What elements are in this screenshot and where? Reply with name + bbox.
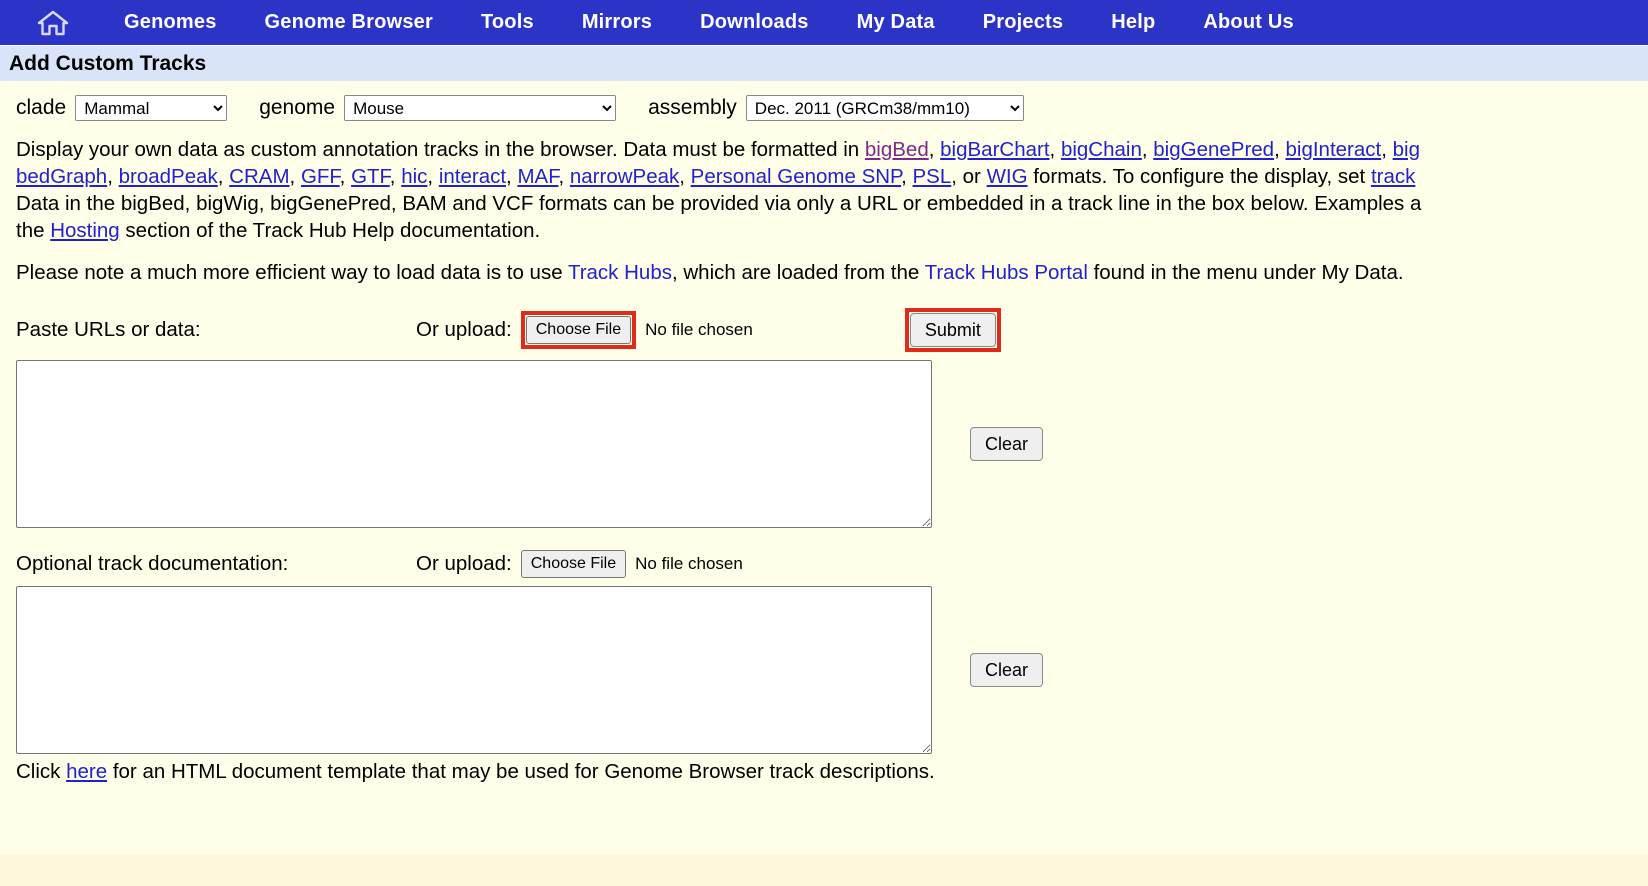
link-here[interactable]: here	[66, 760, 107, 783]
description-formats-line1: Display your own data as custom annotati…	[16, 136, 1648, 163]
description-formats-line2: bedGraph, broadPeak, CRAM, GFF, GTF, hic…	[16, 163, 1648, 190]
track-documentation-textarea-row: Clear	[16, 586, 1648, 754]
track-documentation-textarea[interactable]	[16, 586, 932, 754]
clear-data-holder: Clear	[970, 360, 1043, 528]
nav-item-downloads[interactable]: Downloads	[676, 11, 832, 34]
description-bigdata-line: Data in the bigBed, bigWig, bigGenePred,…	[16, 190, 1648, 217]
nav-item-my-data[interactable]: My Data	[833, 11, 959, 34]
hosting-suffix: section of the Track Hub Help documentat…	[120, 219, 540, 242]
genome-select[interactable]: Mouse	[344, 95, 616, 121]
link-gff[interactable]: GFF	[301, 165, 340, 188]
link-track-truncated[interactable]: track	[1371, 165, 1415, 188]
clear-doc-holder: Clear	[970, 586, 1043, 754]
or-upload-label-data: Or upload:	[416, 318, 512, 342]
genome-selector-row: clade Mammal genome Mouse assembly Dec. …	[16, 81, 1648, 121]
nav-item-about-us[interactable]: About Us	[1179, 11, 1317, 34]
link-narrowpeak[interactable]: narrowPeak	[570, 165, 679, 188]
bottom-band	[0, 854, 1648, 886]
paste-urls-row: Paste URLs or data: Or upload: Choose Fi…	[16, 308, 1648, 352]
page-title: Add Custom Tracks	[9, 52, 206, 76]
html-template-footnote: Click here for an HTML document template…	[16, 760, 1648, 784]
doc-file-chooser: Choose File	[521, 550, 626, 578]
paste-urls-label: Paste URLs or data:	[16, 318, 416, 342]
genome-label: genome	[259, 96, 335, 120]
main-content: clade Mammal genome Mouse assembly Dec. …	[0, 81, 1648, 886]
nav-item-projects[interactable]: Projects	[959, 11, 1088, 34]
paste-data-textarea-row: Clear	[16, 360, 1648, 528]
trackhubs-prefix: Please note a much more efficient way to…	[16, 261, 568, 284]
link-track-hubs-portal[interactable]: Track Hubs Portal	[925, 261, 1088, 284]
link-broadpeak[interactable]: broadPeak	[119, 165, 218, 188]
or-upload-label-doc: Or upload:	[416, 552, 512, 576]
clear-button-data[interactable]: Clear	[970, 427, 1043, 461]
clade-label: clade	[16, 96, 66, 120]
no-file-chosen-text-data: No file chosen	[645, 320, 753, 340]
link-wig[interactable]: WIG	[987, 165, 1028, 188]
link-bigchain[interactable]: bigChain	[1061, 138, 1142, 161]
link-personal-genome-snp[interactable]: Personal Genome SNP	[691, 165, 901, 188]
clear-button-doc[interactable]: Clear	[970, 653, 1043, 687]
link-hic[interactable]: hic	[401, 165, 427, 188]
link-cram[interactable]: CRAM	[229, 165, 289, 188]
link-bigmaf-truncated[interactable]: big	[1393, 138, 1420, 161]
data-file-chooser-highlight: Choose File	[521, 311, 636, 349]
submit-button-highlight: Submit	[905, 308, 1001, 352]
nav-item-help[interactable]: Help	[1087, 11, 1179, 34]
description-hosting-line: the Hosting section of the Track Hub Hel…	[16, 217, 1648, 244]
link-biggenepred[interactable]: bigGenePred	[1153, 138, 1274, 161]
no-file-chosen-text-doc: No file chosen	[635, 554, 743, 574]
link-hosting[interactable]: Hosting	[50, 219, 120, 242]
paste-data-textarea[interactable]	[16, 360, 932, 528]
description-intro-text: Display your own data as custom annotati…	[16, 138, 865, 161]
trackhubs-suffix: found in the menu under My Data.	[1088, 261, 1404, 284]
link-interact[interactable]: interact	[439, 165, 506, 188]
description-trackhubs-note: Please note a much more efficient way to…	[16, 259, 1648, 286]
link-maf[interactable]: MAF	[517, 165, 558, 188]
page-title-band: Add Custom Tracks	[0, 45, 1648, 81]
track-documentation-label: Optional track documentation:	[16, 552, 416, 576]
footnote-prefix: Click	[16, 760, 66, 783]
clade-select[interactable]: Mammal	[75, 95, 227, 121]
hosting-prefix: the	[16, 219, 50, 242]
assembly-select[interactable]: Dec. 2011 (GRCm38/mm10)	[746, 95, 1024, 121]
link-bigbarchart[interactable]: bigBarChart	[940, 138, 1049, 161]
home-icon[interactable]	[36, 8, 70, 38]
choose-file-button-data[interactable]: Choose File	[526, 316, 631, 344]
nav-item-mirrors[interactable]: Mirrors	[558, 11, 676, 34]
link-track-hubs[interactable]: Track Hubs	[568, 261, 672, 284]
nav-item-tools[interactable]: Tools	[457, 11, 558, 34]
footnote-suffix: for an HTML document template that may b…	[107, 760, 935, 783]
link-bigbed[interactable]: bigBed	[865, 138, 929, 161]
track-documentation-row: Optional track documentation: Or upload:…	[16, 550, 1648, 578]
top-navigation-bar: Genomes Genome Browser Tools Mirrors Dow…	[0, 0, 1648, 45]
link-biginteract[interactable]: bigInteract	[1285, 138, 1381, 161]
formats-tail-or: , or	[951, 165, 986, 188]
nav-item-genomes[interactable]: Genomes	[100, 11, 241, 34]
formats-tail-configure: formats. To configure the display, set	[1028, 165, 1371, 188]
submit-button[interactable]: Submit	[910, 313, 996, 347]
link-psl[interactable]: PSL	[913, 165, 952, 188]
nav-item-genome-browser[interactable]: Genome Browser	[241, 11, 457, 34]
assembly-label: assembly	[648, 96, 737, 120]
link-bedgraph[interactable]: bedGraph	[16, 165, 107, 188]
choose-file-button-doc[interactable]: Choose File	[521, 550, 626, 578]
link-gtf[interactable]: GTF	[351, 165, 390, 188]
trackhubs-middle: , which are loaded from the	[672, 261, 925, 284]
